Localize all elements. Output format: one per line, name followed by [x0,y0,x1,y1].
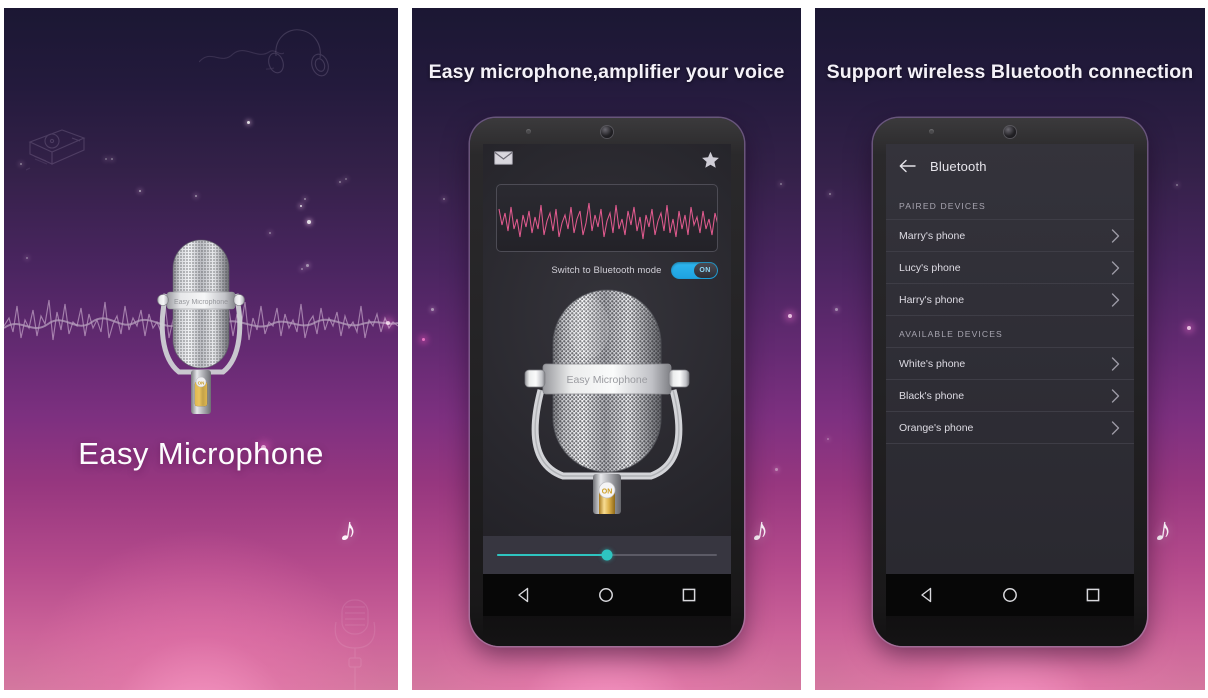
list-item[interactable]: Orange's phone [886,412,1134,444]
nav-home-button[interactable] [993,578,1027,612]
nav-back-button[interactable] [910,578,944,612]
vintage-microphone-watermark-icon [334,599,376,690]
app-top-bar [483,144,731,178]
app-microphone-graphic[interactable]: Easy Microphone ON [519,284,695,516]
app-mic-label: Easy Microphone [566,374,647,386]
hero-mic-label: Easy Microphone [174,299,228,306]
list-item[interactable]: Lucy's phone [886,252,1134,284]
volume-slider-fill [496,554,607,556]
audio-trail-decoration [199,50,284,63]
chevron-right-icon [1111,388,1120,403]
phone-mockup: Bluetooth PAIRED DEVICES Marry's phone L… [873,118,1147,646]
chevron-right-icon [1111,260,1120,275]
circle-home-icon [1003,588,1017,602]
available-devices-list: White's phone Black's phone Orange's pho… [886,347,1134,444]
list-item[interactable]: White's phone [886,348,1134,380]
volume-slider[interactable] [496,549,717,561]
phone-mockup: Switch to Bluetooth mode ON Easy Microph… [469,118,744,646]
front-camera-icon [600,126,613,138]
device-name: Black's phone [899,389,965,402]
list-item[interactable]: Harry's phone [886,284,1134,316]
section-heading-available: AVAILABLE DEVICES [899,329,1003,339]
phone-screen: Bluetooth PAIRED DEVICES Marry's phone L… [886,144,1134,574]
music-note-icon: ♪ [1152,510,1175,550]
nav-back-button[interactable] [507,578,541,612]
easy-microphone-app-screen: Switch to Bluetooth mode ON Easy Microph… [482,144,731,574]
chevron-right-icon [1111,356,1120,371]
paired-devices-list: Marry's phone Lucy's phone Harry's phone [886,219,1134,316]
android-nav-bar [886,574,1134,616]
phone-chin [482,616,731,646]
device-name: Harry's phone [899,293,965,306]
triangle-back-icon [921,587,932,603]
bluetooth-mode-row: Switch to Bluetooth mode ON [496,262,718,279]
list-item[interactable]: Marry's phone [886,220,1134,252]
screenshot-stage: Easy Microphone ON Easy Microphone ♪ Eas… [0,0,1208,698]
screenshot-panel-2: Easy microphone,amplifier your voice ♪ S… [412,8,801,690]
star-icon[interactable] [701,151,720,169]
bluetooth-app-bar: Bluetooth [886,144,1134,188]
chevron-right-icon [1111,420,1120,435]
page-title: Easy Microphone [78,436,324,471]
front-camera-icon [1004,126,1016,138]
bluetooth-mode-toggle[interactable]: ON [670,262,718,279]
section-heading-paired: PAIRED DEVICES [899,201,986,211]
live-waveform-display [495,184,718,252]
proximity-sensor-icon [929,129,934,134]
phone-screen: Switch to Bluetooth mode ON Easy Microph… [482,144,731,574]
circle-home-icon [599,588,614,602]
device-name: Orange's phone [899,421,974,434]
chevron-right-icon [1111,292,1120,307]
music-note-icon: ♪ [749,510,772,550]
proximity-sensor-icon [525,129,531,134]
square-recents-icon [1086,588,1099,602]
bluetooth-mode-label: Switch to Bluetooth mode [551,265,662,276]
device-name: White's phone [899,357,966,370]
volume-slider-thumb[interactable] [601,549,612,561]
svg-text:ON: ON [198,381,205,386]
volume-slider-bar [482,536,731,574]
screenshot-panel-3: Support wireless Bluetooth connection ♪ … [815,8,1205,690]
toggle-thumb-label: ON [693,263,717,278]
triangle-back-icon [518,587,529,603]
device-name: Lucy's phone [899,261,961,274]
bluetooth-settings-screen: Bluetooth PAIRED DEVICES Marry's phone L… [886,144,1134,574]
nav-recents-button[interactable] [1076,578,1110,612]
mail-icon[interactable] [493,151,513,165]
music-note-icon: ♪ [337,510,360,550]
nav-recents-button[interactable] [672,578,706,612]
turntable-line-art-icon [26,129,86,171]
list-item[interactable]: Black's phone [886,380,1134,412]
hero-microphone-graphic: Easy Microphone ON [153,232,249,418]
panel-2-headline: Easy microphone,amplifier your voice [428,61,785,83]
screenshot-panel-1: Easy Microphone ON Easy Microphone ♪ [4,8,398,690]
android-nav-bar [482,574,731,616]
power-switch-label: ON [601,489,612,496]
arrow-back-icon[interactable] [899,159,916,173]
device-name: Marry's phone [899,229,966,242]
panel-3-headline: Support wireless Bluetooth connection [826,61,1194,83]
bluetooth-screen-title: Bluetooth [930,158,987,174]
nav-home-button[interactable] [589,578,623,612]
chevron-right-icon [1111,228,1120,243]
phone-chin [886,616,1134,646]
square-recents-icon [682,588,696,602]
